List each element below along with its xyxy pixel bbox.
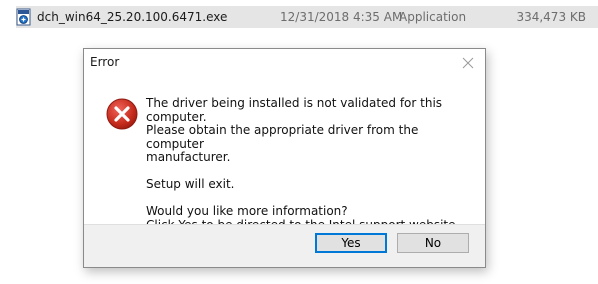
dialog-button-bar: Yes No (84, 224, 485, 267)
question-line: Would you like more information? (146, 204, 348, 218)
file-list-row[interactable]: dch_win64_25.20.100.6471.exe 12/31/2018 … (16, 6, 598, 28)
no-button[interactable]: No (397, 233, 469, 253)
yes-button[interactable]: Yes (315, 233, 387, 253)
error-dialog: Error The driver being installed is not … (83, 48, 486, 268)
error-icon (105, 97, 139, 131)
dialog-title: Error (90, 55, 120, 69)
message-paragraph: The driver being installed is not valida… (146, 96, 476, 165)
message-line: Please obtain the appropriate driver fro… (146, 123, 419, 151)
setup-exit-text: Setup will exit. (146, 177, 476, 192)
file-size: 334,473 KB (516, 10, 586, 24)
message-line: manufacturer. (146, 150, 231, 164)
file-name[interactable]: dch_win64_25.20.100.6471.exe (37, 10, 227, 24)
setup-line: Setup will exit. (146, 177, 235, 191)
close-icon[interactable] (457, 53, 479, 73)
file-date-modified: 12/31/2018 4:35 AM (280, 10, 403, 24)
dialog-title-bar[interactable]: Error (84, 49, 485, 77)
file-type: Application (399, 10, 467, 24)
message-line: The driver being installed is not valida… (146, 96, 443, 124)
installer-exe-icon (16, 8, 32, 26)
